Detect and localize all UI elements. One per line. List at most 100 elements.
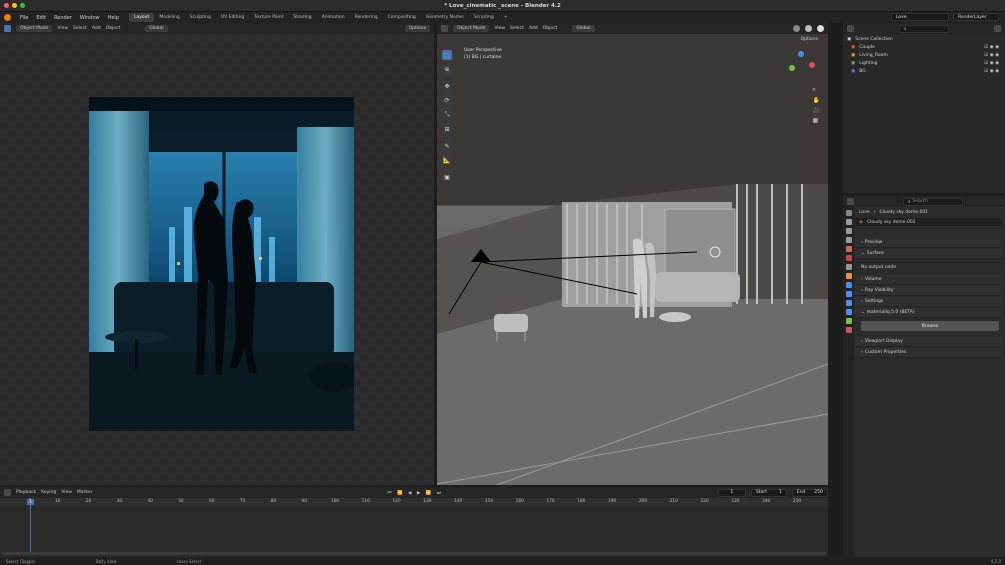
- properties-type-icon[interactable]: [847, 198, 854, 205]
- start-frame-field[interactable]: Start 1: [750, 488, 787, 497]
- tab-uv-editing[interactable]: UV Editing: [216, 13, 249, 22]
- scene-collection-row[interactable]: ▣ Scene Collection: [843, 35, 1005, 43]
- close-window-button[interactable]: [4, 3, 9, 8]
- tab-shading[interactable]: Shading: [288, 13, 316, 22]
- menu-render[interactable]: Render: [50, 14, 76, 22]
- tab-compositing[interactable]: Compositing: [383, 13, 421, 22]
- playhead[interactable]: [30, 498, 31, 553]
- render-tab-icon[interactable]: [845, 219, 852, 225]
- cursor-tool[interactable]: ⊕: [442, 64, 452, 74]
- world-selector[interactable]: ◉ Cloudy sky dome.001: [855, 218, 1001, 226]
- image-transform-dropdown[interactable]: Global: [145, 25, 168, 32]
- image-menu-view[interactable]: View: [57, 26, 68, 31]
- collection-row-couple[interactable]: ▣ Couple ☑ ◉ ◉: [843, 43, 1005, 51]
- add-workspace-button[interactable]: +: [499, 13, 513, 22]
- blender-logo-icon[interactable]: [4, 14, 11, 21]
- viewport-menu-add[interactable]: Add: [529, 26, 538, 31]
- viewport-menu-view[interactable]: View: [494, 26, 505, 31]
- image-options-button[interactable]: Options: [404, 25, 430, 32]
- collection-row-living-room[interactable]: ▣ Living_Room ☑ ◉ ◉: [843, 51, 1005, 59]
- outliner[interactable]: ⌕ ▣ Scene Collection ▣ Couple ☑ ◉ ◉ ▣ Li…: [843, 23, 1005, 193]
- timeline-menu-keying[interactable]: Keying: [41, 490, 56, 495]
- view-layer-selector[interactable]: RenderLayer: [953, 13, 999, 21]
- panel-volume[interactable]: › Volume: [855, 275, 1001, 285]
- timeline[interactable]: Playback Keying View Marker ⏮ ⏪ ◀ ▶ ⏩ ⏭ …: [0, 487, 828, 557]
- shading-solid-icon[interactable]: [793, 25, 800, 32]
- panel-viewport-display[interactable]: › Viewport Display: [855, 337, 1001, 347]
- annotate-tool[interactable]: ✎: [442, 141, 452, 151]
- properties-search[interactable]: ⌕ Search: [903, 197, 963, 206]
- panel-ray-visibility[interactable]: › Ray Visibility: [855, 286, 1001, 296]
- collection-row-lighting[interactable]: ▣ Lighting ☑ ◉ ◉: [843, 59, 1005, 67]
- panel-settings[interactable]: › Settings: [855, 297, 1001, 307]
- timeline-menu-playback[interactable]: Playback: [16, 490, 36, 495]
- image-mode-dropdown[interactable]: Object Mode: [16, 25, 53, 32]
- menu-help[interactable]: Help: [104, 14, 123, 22]
- tab-geometry-nodes[interactable]: Geometry Nodes: [421, 13, 469, 22]
- end-frame-field[interactable]: End 250: [791, 488, 828, 497]
- scene-selector[interactable]: Love: [891, 13, 949, 21]
- current-frame-field[interactable]: 1: [717, 488, 746, 497]
- image-menu-select[interactable]: Select: [73, 26, 87, 31]
- image-menu-object[interactable]: Object: [106, 26, 121, 31]
- filter-icon[interactable]: [994, 25, 1001, 32]
- select-box-tool[interactable]: ⬚: [442, 50, 452, 60]
- image-menu-add[interactable]: Add: [92, 26, 101, 31]
- collection-row-bg[interactable]: ▣ BG ☑ ◉ ◉: [843, 67, 1005, 75]
- timeline-menu-view[interactable]: View: [61, 490, 72, 495]
- properties-editor[interactable]: ⌕ Search Love › Cloudy sky dome.001 ◉ Cl…: [843, 196, 1005, 557]
- playback-controls[interactable]: ⏮ ⏪ ◀ ▶ ⏩ ⏭: [387, 490, 442, 496]
- shading-rendered-icon[interactable]: [817, 25, 824, 32]
- tab-layout[interactable]: Layout: [129, 13, 155, 22]
- visibility-eye-icon[interactable]: ☑ ◉ ◉: [984, 69, 999, 74]
- visibility-eye-icon[interactable]: ☑ ◉ ◉: [984, 45, 999, 50]
- viewport-menu-object[interactable]: Object: [543, 26, 558, 31]
- viewport-transform-dropdown[interactable]: Global: [572, 25, 595, 32]
- zoom-icon[interactable]: ⌕: [813, 86, 820, 94]
- browse-button[interactable]: Browse: [861, 321, 999, 331]
- outliner-type-icon[interactable]: [847, 25, 854, 32]
- output-tab-icon[interactable]: [845, 228, 852, 234]
- tab-rendering[interactable]: Rendering: [350, 13, 383, 22]
- tab-sculpting[interactable]: Sculpting: [185, 13, 216, 22]
- tab-texture-paint[interactable]: Texture Paint: [249, 13, 288, 22]
- editor-type-icon[interactable]: [441, 25, 448, 32]
- minimize-window-button[interactable]: [12, 3, 17, 8]
- timeline-menu-marker[interactable]: Marker: [77, 490, 93, 495]
- visibility-eye-icon[interactable]: ☑ ◉ ◉: [984, 53, 999, 58]
- visibility-eye-icon[interactable]: ☑ ◉ ◉: [984, 61, 999, 66]
- camera-view-icon[interactable]: 🎥: [813, 107, 820, 114]
- shading-material-icon[interactable]: [805, 25, 812, 32]
- pan-hand-icon[interactable]: ✋: [813, 97, 820, 104]
- move-tool[interactable]: ✥: [442, 81, 452, 91]
- transform-tool[interactable]: ⊞: [442, 124, 452, 134]
- menu-window[interactable]: Window: [76, 14, 104, 22]
- panel-surface[interactable]: ⌄ Surface: [855, 249, 1001, 259]
- playhead-frame-badge[interactable]: 1: [27, 499, 34, 505]
- rotate-tool[interactable]: ⟳: [442, 95, 452, 105]
- measure-tool[interactable]: 📐: [442, 155, 452, 165]
- cursor-tool-icon[interactable]: [4, 25, 11, 32]
- navigation-gizmo[interactable]: [786, 50, 816, 80]
- viewport-options-button[interactable]: Options: [796, 36, 822, 43]
- menu-file[interactable]: File: [16, 14, 32, 22]
- outliner-search[interactable]: ⌕: [899, 24, 949, 33]
- menu-edit[interactable]: Edit: [32, 14, 50, 22]
- tab-animation[interactable]: Animation: [317, 13, 350, 22]
- maximize-window-button[interactable]: [20, 3, 25, 8]
- timeline-type-icon[interactable]: [4, 489, 11, 496]
- timeline-scrollbar[interactable]: [2, 552, 826, 555]
- timeline-ruler[interactable]: 1102030405060708090100110120130140150160…: [0, 498, 828, 506]
- panel-preview[interactable]: › Preview: [855, 238, 1001, 248]
- viewport-mode-dropdown[interactable]: Object Mode: [453, 25, 490, 32]
- scale-tool[interactable]: ⤡: [442, 110, 452, 120]
- panel-custom-properties[interactable]: › Custom Properties: [855, 348, 1001, 358]
- panel-materialiq[interactable]: ⌄ materialiq 5.0 (BETA): [855, 308, 1001, 318]
- add-cube-tool[interactable]: ▣: [442, 172, 452, 182]
- reference-image-editor[interactable]: [0, 34, 434, 485]
- viewport-menu-select[interactable]: Select: [510, 26, 524, 31]
- 3d-viewport[interactable]: User Perspective (1) BG | curtaine ⬚ ⊕ ✥…: [437, 34, 828, 485]
- tab-scripting[interactable]: Scripting: [469, 13, 499, 22]
- tab-modeling[interactable]: Modeling: [154, 13, 184, 22]
- ortho-grid-icon[interactable]: ▦: [813, 117, 820, 124]
